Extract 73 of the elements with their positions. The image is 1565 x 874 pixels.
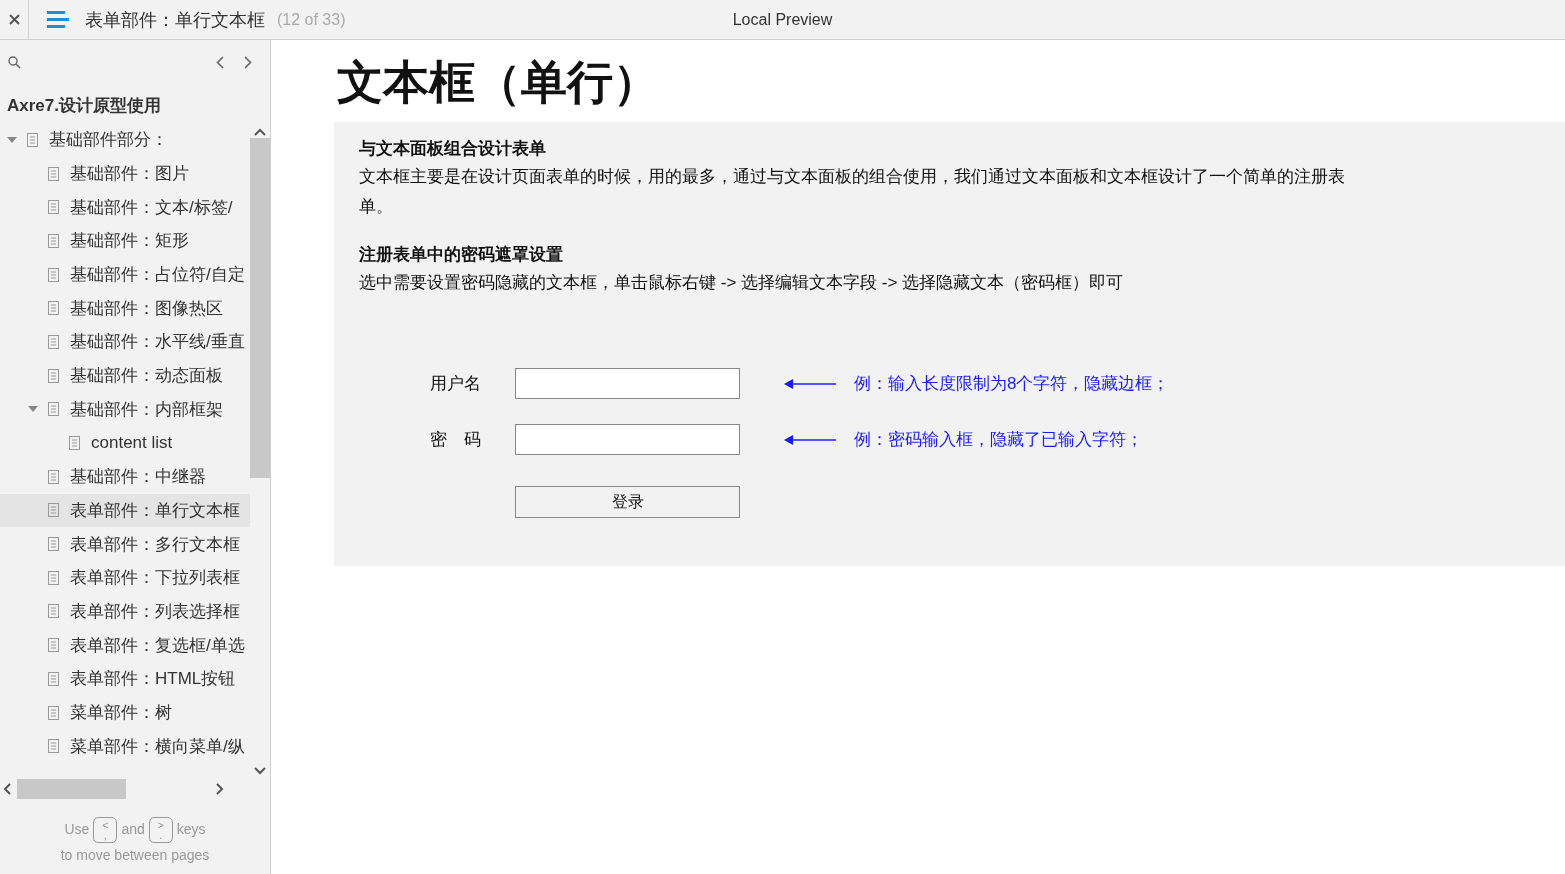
page-icon bbox=[48, 368, 59, 383]
page-icon bbox=[48, 537, 59, 552]
annotation-text: 例：密码输入框，隐藏了已输入字符； bbox=[854, 429, 1144, 451]
scroll-up-icon[interactable] bbox=[254, 128, 266, 136]
tree-item[interactable]: 基础部件：图像热区 bbox=[0, 291, 250, 326]
page-icon bbox=[48, 570, 59, 585]
tree-item[interactable]: 表单部件：单行文本框 bbox=[0, 493, 250, 528]
page-icon bbox=[48, 402, 59, 417]
chevron-right-icon[interactable] bbox=[244, 55, 252, 69]
tree-item[interactable]: content list bbox=[0, 426, 250, 460]
page-icon bbox=[48, 267, 59, 282]
page-heading: 文本框（单行） bbox=[337, 55, 660, 110]
field-label: 密 码 bbox=[430, 429, 482, 451]
caret-down-icon[interactable] bbox=[28, 405, 38, 414]
page-icon bbox=[48, 469, 59, 484]
section-text: 选中需要设置密码隐藏的文本框，单击鼠标右键 -> 选择编辑文本字段 -> 选择隐藏文本（密码框）即可 bbox=[359, 272, 1125, 294]
arrow-left-icon bbox=[784, 433, 836, 446]
tree-item[interactable]: 菜单部件：横向菜单/纵 bbox=[0, 729, 250, 764]
page-icon bbox=[69, 436, 80, 451]
search-icon[interactable] bbox=[8, 55, 21, 69]
tree-item[interactable]: 菜单部件：树 bbox=[0, 695, 250, 730]
login-button[interactable]: 登录 bbox=[515, 486, 740, 518]
tree-item[interactable]: 基础部件：占位符/自定 bbox=[0, 257, 250, 292]
page-icon bbox=[48, 233, 59, 248]
page-icon bbox=[48, 334, 59, 349]
field-label: 用户名 bbox=[430, 373, 482, 395]
annotation-text: 例：输入长度限制为8个字符，隐藏边框； bbox=[854, 373, 1171, 395]
arrow-left-icon bbox=[784, 377, 836, 390]
hint-text: to move between pages bbox=[59, 846, 211, 866]
hint-text: keys bbox=[176, 821, 206, 837]
tree-item[interactable]: 表单部件：HTML按钮 bbox=[0, 662, 250, 696]
menu-icon[interactable] bbox=[47, 11, 69, 28]
chevron-left-icon[interactable] bbox=[216, 55, 224, 69]
page-icon bbox=[48, 604, 59, 619]
tree-item[interactable]: 基础部件：矩形 bbox=[0, 224, 250, 258]
page-icon bbox=[48, 739, 59, 754]
scroll-down-icon[interactable] bbox=[254, 767, 266, 775]
tree-item[interactable]: 基础部件：内部框架 bbox=[0, 392, 250, 427]
tree-item[interactable]: 表单部件：多行文本框 bbox=[0, 527, 250, 561]
input-field[interactable] bbox=[515, 424, 740, 455]
tree-item[interactable]: 基础部件：中继器 bbox=[0, 459, 250, 494]
page-count: (12 of 33) bbox=[277, 10, 346, 29]
section-heading: 注册表单中的密码遮罩设置 bbox=[359, 244, 564, 266]
project-title: Axre7.设计原型使用 bbox=[6, 95, 162, 117]
tree-item[interactable]: 表单部件：复选框/单选 bbox=[0, 628, 250, 662]
page-icon bbox=[48, 705, 59, 720]
page-icon bbox=[48, 638, 59, 653]
page-icon bbox=[48, 301, 59, 316]
page-icon bbox=[48, 200, 59, 215]
page-icon bbox=[48, 671, 59, 686]
page-icon bbox=[48, 166, 59, 181]
key-cap: > . bbox=[148, 817, 173, 844]
page-icon bbox=[27, 132, 38, 147]
preview-title: Local Preview bbox=[732, 10, 833, 29]
tree-item[interactable]: 基础部件：图片 bbox=[0, 156, 250, 191]
scroll-left-icon[interactable] bbox=[3, 783, 11, 795]
key-cap: < , bbox=[93, 817, 118, 844]
page-icon bbox=[48, 503, 59, 518]
page-title: 表单部件：单行文本框 bbox=[85, 8, 265, 32]
section-heading: 与文本面板组合设计表单 bbox=[359, 138, 547, 160]
hint-text: Use bbox=[64, 821, 90, 837]
caret-down-icon[interactable] bbox=[7, 135, 17, 144]
tree-item[interactable]: 基础部件：文本/标签/ bbox=[0, 190, 250, 225]
tree-item[interactable]: 表单部件：下拉列表框 bbox=[0, 560, 250, 595]
scroll-right-icon[interactable] bbox=[216, 783, 224, 795]
tree-item[interactable]: 基础部件：动态面板 bbox=[0, 358, 250, 393]
section-text: 文本框主要是在设计页面表单的时候，用的最多，通过与文本面板的组合使用，我们通过文本面板和文本框设计了一个简单的注册表单。 bbox=[359, 166, 1346, 218]
hint-text: and bbox=[121, 821, 145, 837]
tree-item[interactable]: 表单部件：列表选择框 bbox=[0, 594, 250, 629]
close-icon[interactable] bbox=[8, 14, 20, 25]
input-field[interactable] bbox=[515, 368, 740, 399]
tree-item[interactable]: 基础部件部分： bbox=[0, 123, 250, 157]
tree-item[interactable]: 基础部件：水平线/垂直 bbox=[0, 325, 250, 359]
